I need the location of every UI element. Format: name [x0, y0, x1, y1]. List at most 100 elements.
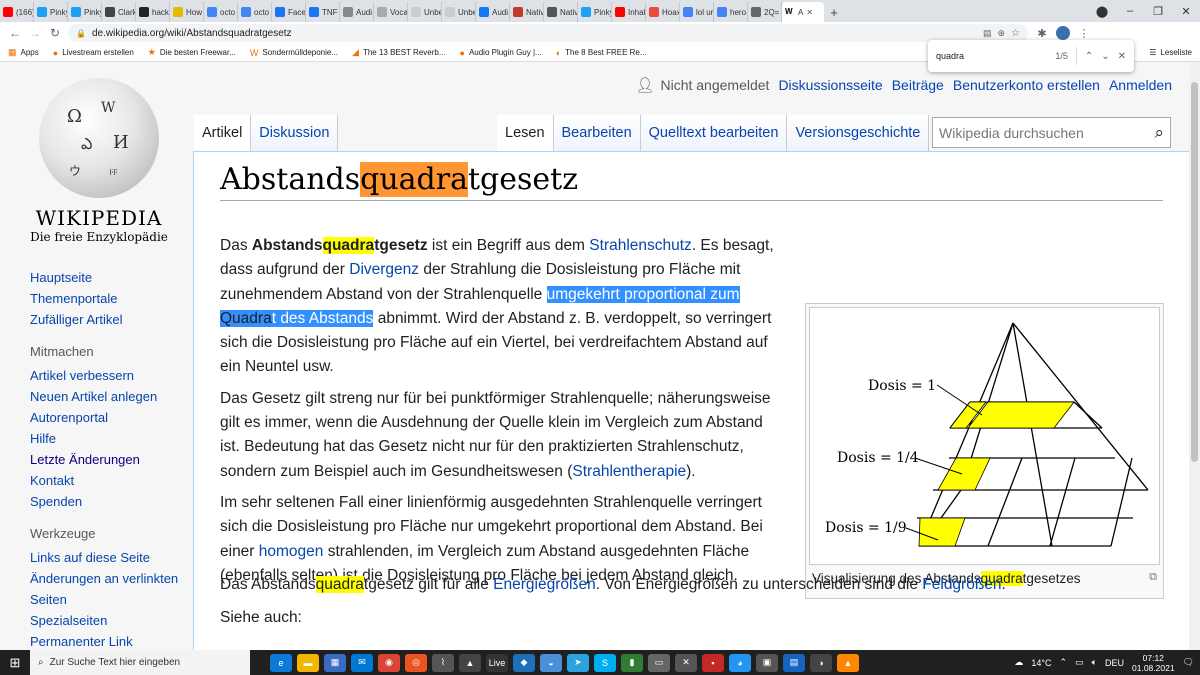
maximize-icon[interactable]: ❐	[1144, 5, 1172, 18]
browser-tab[interactable]: octo	[204, 2, 238, 22]
bookmark-item[interactable]: ◢ The 13 BEST Reverb...	[352, 47, 445, 58]
reload-icon[interactable]: ↻	[48, 26, 62, 40]
bookmark-item[interactable]: ● Audio Plugin Guy |...	[460, 47, 542, 58]
tab-diskussion[interactable]: Diskussion	[251, 115, 339, 152]
tab-artikel[interactable]: Artikel	[194, 115, 252, 152]
store-taskbar-icon[interactable]: ▦	[324, 653, 346, 672]
edge-taskbar-icon[interactable]: e	[270, 653, 292, 672]
reading-list-button[interactable]: ☰ Leseliste	[1149, 48, 1192, 57]
app14-taskbar-icon[interactable]: ▮	[621, 653, 643, 672]
talk-link[interactable]: Diskussionsseite	[778, 77, 882, 93]
app8-taskbar-icon[interactable]: ▲	[459, 653, 481, 672]
link-energiegroessen[interactable]: Energiegrößen	[493, 576, 596, 593]
browser-tab[interactable]: Nativ	[510, 2, 544, 22]
app10-taskbar-icon[interactable]: ◆	[513, 653, 535, 672]
menu-kebab-icon[interactable]: ⋮	[1076, 27, 1092, 40]
sidebar-mitmachen-link[interactable]: Hilfe	[30, 428, 190, 449]
browser-tab[interactable]: Hoax	[646, 2, 680, 22]
bookmark-star-icon[interactable]: ☆	[1011, 28, 1020, 39]
profile-avatar[interactable]	[1056, 26, 1070, 40]
bookmark-item[interactable]: ● Livestream erstellen	[53, 47, 134, 58]
search-icon[interactable]: ⌕	[1154, 123, 1164, 143]
sidebar-mitmachen-link[interactable]: Kontakt	[30, 470, 190, 491]
contributions-link[interactable]: Beiträge	[892, 77, 944, 93]
mail-taskbar-icon[interactable]: ✉	[351, 653, 373, 672]
tray-chevron-icon[interactable]: ⌃	[1060, 657, 1068, 668]
browser-tab[interactable]: octo	[238, 2, 272, 22]
bookmark-item[interactable]: ◐ The 8 Best FREE Re...	[556, 47, 647, 58]
app16-taskbar-icon[interactable]: ✕	[675, 653, 697, 672]
link-divergenz[interactable]: Divergenz	[349, 261, 419, 278]
browser-tab[interactable]: hack	[136, 2, 170, 22]
create-account-link[interactable]: Benutzerkonto erstellen	[953, 77, 1100, 93]
browser-tab[interactable]: (166)	[0, 2, 34, 22]
find-close-icon[interactable]: ✕	[1118, 51, 1126, 62]
sidebar-mitmachen-link[interactable]: Artikel verbessern	[30, 365, 190, 386]
sidebar-werkzeuge-link[interactable]: Spezialseiten	[30, 610, 190, 631]
browser-tab[interactable]: hero	[714, 2, 748, 22]
network-icon[interactable]: ▭	[1075, 657, 1084, 668]
search-input[interactable]: Wikipedia durchsuchen ⌕	[932, 117, 1171, 148]
scrollbar-thumb[interactable]	[1191, 82, 1198, 462]
lock-icon[interactable]: 🔒	[76, 29, 86, 38]
weather-temp[interactable]: 14°C	[1031, 658, 1051, 668]
skype-taskbar-icon[interactable]: S	[594, 653, 616, 672]
browser-tab[interactable]: Faceb	[272, 2, 306, 22]
sidebar-werkzeuge-link[interactable]: Änderungen an verlinkten Seiten	[30, 568, 190, 610]
vlc-taskbar-icon[interactable]: ▲	[837, 653, 859, 672]
browser-tab[interactable]: Nativ	[544, 2, 578, 22]
inverse-square-diagram[interactable]: Dosis = 1 Dosis = 1/4 Dosis = 1/9	[809, 307, 1160, 565]
sidebar-main-link[interactable]: Zufälliger Artikel	[30, 309, 190, 330]
browser-tab[interactable]: Clark	[102, 2, 136, 22]
app11-taskbar-icon[interactable]: ◒	[540, 653, 562, 672]
tab-lesen[interactable]: Lesen	[497, 115, 554, 152]
app7-taskbar-icon[interactable]: ⌇	[432, 653, 454, 672]
app17-taskbar-icon[interactable]: ▪	[702, 653, 724, 672]
live-taskbar-icon[interactable]: Live	[486, 653, 508, 672]
browser-tab[interactable]: Inhalt	[612, 2, 646, 22]
explorer-taskbar-icon[interactable]: ▬	[297, 653, 319, 672]
new-tab-button[interactable]: +	[824, 2, 844, 22]
tab-versionsgeschichte[interactable]: Versionsgeschichte	[787, 115, 930, 152]
sidebar-mitmachen-link[interactable]: Autorenportal	[30, 407, 190, 428]
browser-tab[interactable]: Pinky	[68, 2, 102, 22]
browser-tab[interactable]: Pinky	[34, 2, 68, 22]
input-language[interactable]: DEU	[1105, 658, 1124, 668]
find-prev-icon[interactable]: ⌃	[1085, 51, 1093, 62]
browser-tab[interactable]: 2Q=	[748, 2, 782, 22]
sidebar-mitmachen-link[interactable]: Neuen Artikel anlegen	[30, 386, 190, 407]
profile-menu-icon[interactable]: ⬤	[1088, 5, 1116, 18]
browser-tab[interactable]: How	[170, 2, 204, 22]
taskbar-search-input[interactable]: ⌕ Zur Suche Text hier eingeben	[30, 650, 250, 675]
link-strahlentherapie[interactable]: Strahlentherapie	[572, 463, 686, 480]
browser-tab[interactable]: TNF I	[306, 2, 340, 22]
sidebar-werkzeuge-link[interactable]: Permanenter Link	[30, 631, 190, 650]
browser-tab[interactable]: Vocal	[374, 2, 408, 22]
browser-tab[interactable]: Audi	[340, 2, 374, 22]
sidebar-main-link[interactable]: Hauptseite	[30, 267, 190, 288]
back-icon[interactable]: ←	[8, 26, 22, 40]
app19-taskbar-icon[interactable]: ▣	[756, 653, 778, 672]
link-feldgroessen[interactable]: Feldgrößen	[922, 576, 1001, 593]
extensions-icon[interactable]: ✱	[1034, 27, 1050, 40]
sidebar-main-link[interactable]: Themenportale	[30, 288, 190, 309]
link-strahlenschutz[interactable]: Strahlenschutz	[589, 237, 692, 254]
app18-taskbar-icon[interactable]: ◕	[729, 653, 751, 672]
bookmark-item[interactable]: ★ Die besten Freewar...	[148, 47, 236, 58]
wikipedia-logo[interactable]: Ω W ఎ И ウ ஈ WIKIPEDIA Die freie Enzyklop…	[30, 78, 168, 253]
notifications-icon[interactable]: 🗨︎	[1183, 657, 1194, 668]
close-window-icon[interactable]: ✕	[1172, 5, 1200, 18]
login-link[interactable]: Anmelden	[1109, 77, 1172, 93]
windows-start-icon[interactable]: ⊞	[0, 655, 30, 671]
minimize-icon[interactable]: –	[1116, 5, 1144, 17]
page-scrollbar[interactable]	[1189, 62, 1200, 650]
weather-icon[interactable]: ☁	[1014, 657, 1023, 668]
sidebar-werkzeuge-link[interactable]: Links auf diese Seite	[30, 547, 190, 568]
bookmark-item[interactable]: ▦ Apps	[8, 47, 39, 58]
browser-tab[interactable]: Unbe	[408, 2, 442, 22]
sidebar-mitmachen-link[interactable]: Spenden	[30, 491, 190, 512]
url-input[interactable]: 🔒 de.wikipedia.org/wiki/Abstandsquadratg…	[68, 24, 1028, 42]
app15-taskbar-icon[interactable]: ▭	[648, 653, 670, 672]
telegram-taskbar-icon[interactable]: ➤	[567, 653, 589, 672]
browser-tab[interactable]: Unbe	[442, 2, 476, 22]
